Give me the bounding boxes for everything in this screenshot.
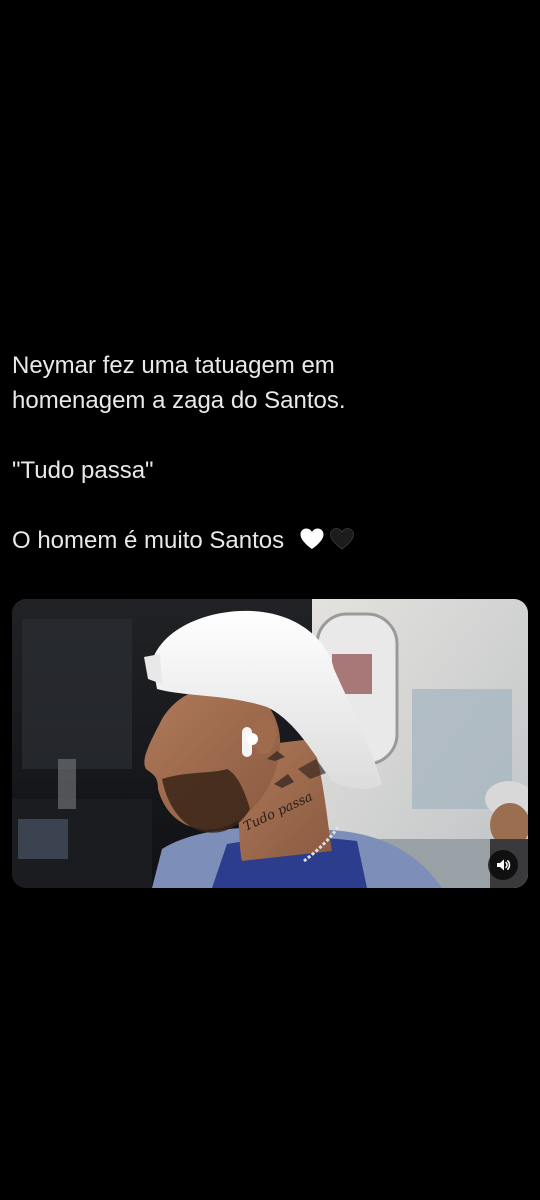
video-media[interactable]: Tudo passa [12, 599, 528, 888]
post-line-1: Neymar fez uma tatuagem em [12, 352, 335, 379]
emoji-group [299, 526, 359, 561]
video-frame-photo: Tudo passa [12, 599, 528, 888]
post-line-3: "Tudo passa" [12, 457, 154, 484]
speaker-icon [497, 859, 511, 871]
post-text: Neymar fez uma tatuagem em homenagem a z… [12, 348, 512, 561]
post-line-4: O homem é muito Santos [12, 523, 512, 561]
post-line-2: homenagem a zaga do Santos. [12, 387, 346, 414]
volume-button[interactable] [488, 850, 518, 880]
black-heart-icon [329, 528, 354, 550]
white-heart-icon [300, 528, 324, 549]
post-line-4-text: O homem é muito Santos [12, 527, 285, 554]
